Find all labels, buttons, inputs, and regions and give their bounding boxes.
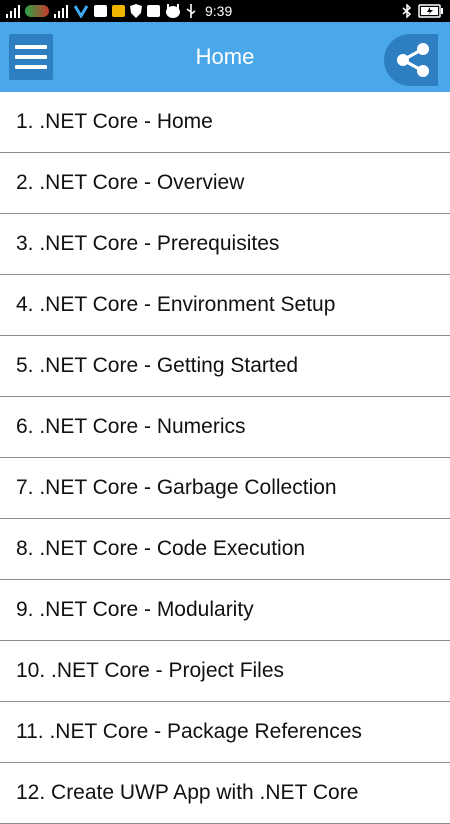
list-item-label: 4. .NET Core - Environment Setup bbox=[16, 293, 336, 316]
list-item[interactable]: 5. .NET Core - Getting Started bbox=[0, 336, 450, 397]
list-item-label: 9. .NET Core - Modularity bbox=[16, 598, 254, 621]
list-item[interactable]: 6. .NET Core - Numerics bbox=[0, 397, 450, 458]
list-item-label: 5. .NET Core - Getting Started bbox=[16, 354, 299, 377]
list-item-label: 8. .NET Core - Code Execution bbox=[16, 537, 306, 560]
hamburger-menu-icon-bar bbox=[15, 55, 47, 59]
list-item[interactable]: 8. .NET Core - Code Execution bbox=[0, 519, 450, 580]
list-item[interactable]: 1. .NET Core - Home bbox=[0, 92, 450, 153]
share-icon bbox=[397, 43, 429, 77]
topic-list: 1. .NET Core - Home 2. .NET Core - Overv… bbox=[0, 92, 450, 824]
status-bar: 9:39 bbox=[0, 0, 450, 22]
usb-icon bbox=[186, 4, 196, 18]
status-bar-system bbox=[402, 3, 444, 19]
battery-charging-icon bbox=[418, 4, 444, 18]
signal-icon bbox=[6, 4, 20, 18]
bluetooth-icon bbox=[402, 3, 412, 19]
hamburger-menu-icon-bar bbox=[15, 65, 47, 69]
status-time: 9:39 bbox=[205, 3, 233, 19]
status-bar-notifications: 9:39 bbox=[6, 3, 232, 19]
list-item-label: 6. .NET Core - Numerics bbox=[16, 415, 246, 438]
menu-button[interactable] bbox=[9, 34, 53, 80]
list-item[interactable]: 4. .NET Core - Environment Setup bbox=[0, 275, 450, 336]
page-title: Home bbox=[195, 44, 255, 69]
list-item-label: 1. .NET Core - Home bbox=[16, 110, 213, 133]
hamburger-menu-icon bbox=[15, 45, 47, 49]
list-item-label: 11. .NET Core - Package References bbox=[16, 720, 362, 743]
list-item[interactable]: 9. .NET Core - Modularity bbox=[0, 580, 450, 641]
list-item-label: 3. .NET Core - Prerequisites bbox=[16, 232, 280, 255]
share-button[interactable] bbox=[384, 34, 438, 86]
list-item[interactable]: 2. .NET Core - Overview bbox=[0, 153, 450, 214]
list-item[interactable]: 3. .NET Core - Prerequisites bbox=[0, 214, 450, 275]
network-icon bbox=[73, 4, 89, 19]
list-item[interactable]: 11. .NET Core - Package References bbox=[0, 702, 450, 763]
android-icon bbox=[165, 4, 181, 18]
list-item-label: 12. Create UWP App with .NET Core bbox=[16, 781, 359, 804]
notification-icon bbox=[112, 5, 125, 17]
list-item[interactable]: 7. .NET Core - Garbage Collection bbox=[0, 458, 450, 519]
signal-icon bbox=[54, 4, 68, 18]
list-item-label: 10. .NET Core - Project Files bbox=[16, 659, 285, 682]
shield-icon bbox=[130, 4, 142, 18]
list-item-label: 2. .NET Core - Overview bbox=[16, 171, 245, 194]
list-item[interactable]: 12. Create UWP App with .NET Core bbox=[0, 763, 450, 824]
app-bar: Home bbox=[0, 22, 450, 92]
list-item-label: 7. .NET Core - Garbage Collection bbox=[16, 476, 337, 499]
list-item[interactable]: 10. .NET Core - Project Files bbox=[0, 641, 450, 702]
facebook-icon bbox=[147, 5, 160, 17]
gmail-icon bbox=[94, 5, 107, 17]
carrier-logo bbox=[25, 5, 49, 17]
